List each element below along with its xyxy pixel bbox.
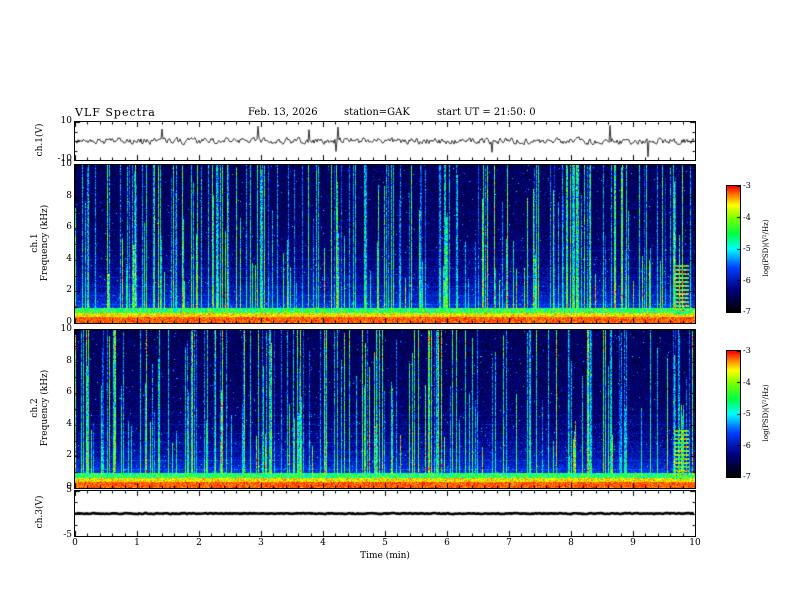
ch3-waveform-panel [74, 490, 696, 537]
ch1-frequency-axis-label: ch.1 Frequency (kHz) [30, 204, 50, 282]
colorbar-tick-label: -6 [743, 440, 751, 450]
colorbar-ch2-label: log(PSD)(V²/Hz) [762, 384, 770, 442]
colorbar-tick-label: -7 [743, 472, 751, 481]
y-tick-label: 8 [66, 355, 72, 366]
x-tick-label: 5 [382, 538, 388, 548]
colorbar-ch2 [726, 350, 741, 478]
y-tick-label: 5 [66, 485, 72, 495]
figure-date: Feb. 13, 2026 [248, 107, 318, 118]
figure-station: station=GAK [344, 107, 410, 118]
y-tick-label: 0 [66, 317, 72, 327]
vlf-spectra-figure: VLF Spectra Feb. 13, 2026 station=GAK st… [0, 0, 792, 612]
ch2-frequency-axis-label: ch.2 Frequency (kHz) [30, 369, 50, 447]
ch2-spectrogram-panel [74, 329, 696, 489]
y-tick-label: 10 [60, 324, 72, 334]
x-tick-label: 3 [258, 538, 264, 548]
colorbar-tick-label: -7 [743, 307, 751, 316]
x-tick-label: 6 [444, 538, 450, 548]
colorbar-ch1-label: log(PSD)(V²/Hz) [762, 219, 770, 277]
y-tick-label: 10 [60, 116, 72, 126]
y-tick-label: -10 [57, 154, 73, 164]
x-tick-label: 0 [72, 538, 78, 548]
colorbar-ch1-canvas [727, 186, 740, 312]
colorbar-ch2-canvas [727, 351, 740, 477]
y-tick-label: 2 [66, 285, 72, 296]
ch3-voltage-axis-label: ch.3(V) [35, 495, 45, 529]
figure-start-ut: start UT = 21:50: 0 [437, 107, 536, 118]
ch1-waveform-panel [74, 121, 696, 161]
colorbar-tick-label: -3 [743, 346, 751, 355]
time-axis-label: Time (min) [360, 551, 410, 561]
ch1-spectrogram-canvas [75, 165, 695, 323]
x-tick-label: 9 [630, 538, 636, 548]
figure-title: VLF Spectra [75, 106, 156, 119]
x-tick-label: 7 [506, 538, 512, 548]
colorbar-ch1 [726, 185, 741, 313]
colorbar-tick-label: -3 [743, 181, 751, 190]
ch1-spectrogram-panel [74, 164, 696, 324]
ch1-voltage-axis-label: ch.1(V) [35, 123, 45, 157]
colorbar-tick-label: -6 [743, 275, 751, 285]
y-tick-label: 10 [60, 159, 72, 169]
x-tick-label: 2 [196, 538, 202, 548]
ch3-waveform-canvas [75, 491, 695, 536]
y-tick-label: -5 [63, 530, 72, 540]
x-tick-label: 1 [134, 538, 140, 548]
y-tick-label: 8 [66, 190, 72, 201]
ch2-spectrogram-canvas [75, 330, 695, 488]
x-tick-label: 4 [320, 538, 326, 548]
ch1-waveform-canvas [75, 122, 695, 160]
x-tick-label: 8 [568, 538, 574, 548]
y-tick-label: 2 [66, 450, 72, 461]
y-tick-label: 0 [66, 482, 72, 492]
x-tick-label: 10 [689, 538, 701, 548]
